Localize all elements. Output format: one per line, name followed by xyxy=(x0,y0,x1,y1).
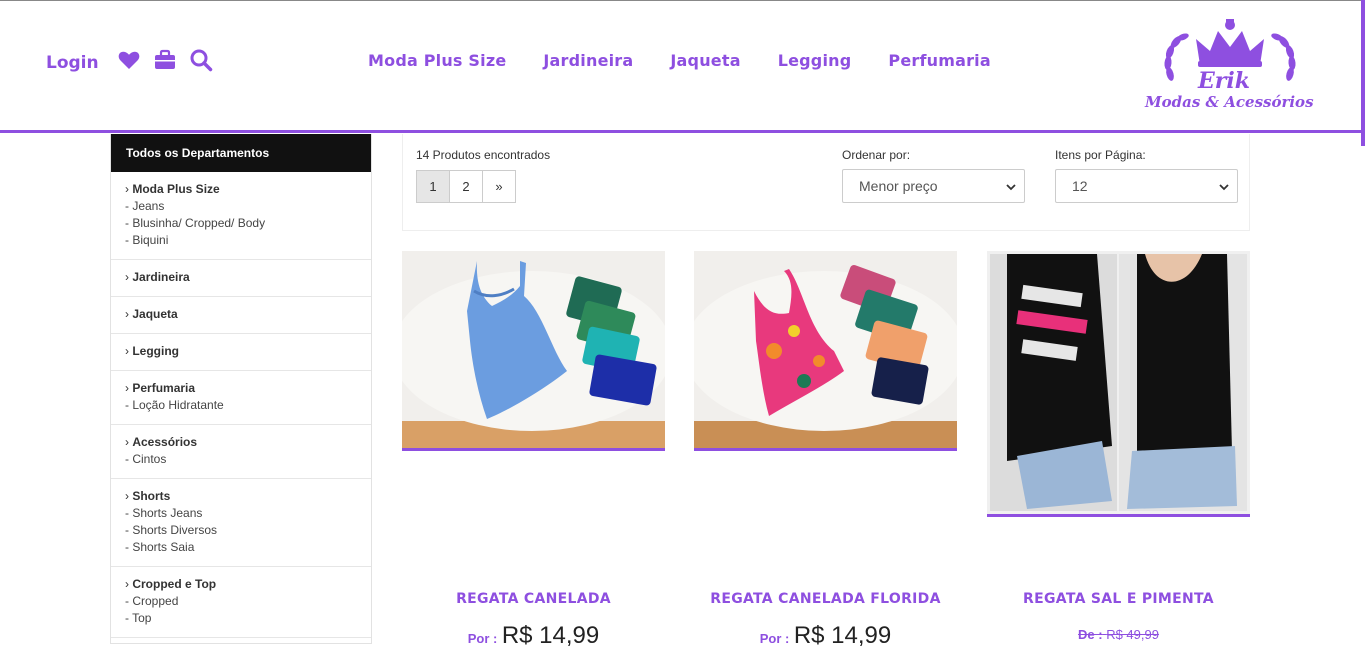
site-header: Login Moda Plus Size Jardineira Jaqueta … xyxy=(0,1,1365,133)
sidebar-category-label: Jaqueta xyxy=(132,307,178,321)
sidebar-category-link[interactable]: › Acessórios xyxy=(125,434,357,451)
product-old-price: De : R$ 49,99 xyxy=(987,627,1250,642)
header-utilities: Login xyxy=(46,47,213,73)
product-card[interactable]: REGATA CANELADA Por : R$ 14,99 xyxy=(402,251,665,649)
sidebar-subcategory-link[interactable]: - Shorts Diversos xyxy=(125,522,357,539)
scrollbar-accent xyxy=(1361,0,1365,146)
product-name[interactable]: REGATA SAL E PIMENTA xyxy=(987,591,1250,607)
sidebar-category-label: Shorts xyxy=(132,489,171,503)
sidebar-category-label: Acessórios xyxy=(132,435,198,449)
sort-label: Ordenar por: xyxy=(842,148,911,162)
product-image[interactable] xyxy=(987,251,1250,517)
old-price-prefix: De : xyxy=(1078,627,1103,642)
per-page-select[interactable]: 12 xyxy=(1055,169,1238,203)
product-image[interactable] xyxy=(402,251,665,451)
product-price: Por : R$ 14,99 xyxy=(694,622,957,650)
chevron-down-icon xyxy=(1219,184,1229,191)
product-name[interactable]: REGATA CANELADA FLORIDA xyxy=(694,591,957,607)
price-value: R$ 14,99 xyxy=(501,622,600,649)
search-icon[interactable] xyxy=(189,48,213,72)
sidebar-category-label: Cropped e Top xyxy=(132,577,217,591)
sidebar-category-link[interactable]: › Jardineira xyxy=(125,269,357,286)
sidebar-subcategory-link[interactable]: - Cropped xyxy=(125,593,357,610)
login-link[interactable]: Login xyxy=(46,53,99,73)
chevron-down-icon xyxy=(1006,184,1016,191)
old-price-value: R$ 49,99 xyxy=(1106,627,1159,642)
nav-jaqueta[interactable]: Jaqueta xyxy=(670,51,740,70)
sidebar-category-link[interactable]: › Moda Plus Size xyxy=(125,181,357,198)
product-card[interactable]: REGATA CANELADA FLORIDA Por : R$ 14,99 xyxy=(694,251,957,649)
sidebar-category-link[interactable]: › Shorts xyxy=(125,488,357,505)
sidebar-category-link[interactable]: › Jaqueta xyxy=(125,306,357,323)
sidebar-group: › Legging xyxy=(111,334,371,371)
listing-toolbar: 14 Produtos encontrados 1 2 » Ordenar po… xyxy=(402,134,1250,231)
sidebar-subcategory-link[interactable]: - Shorts Saia xyxy=(125,539,357,556)
sidebar-group: › Cropped e Top - Cropped - Top xyxy=(111,567,371,638)
sidebar-category-link[interactable]: › Legging xyxy=(125,343,357,360)
site-logo[interactable]: Erik Modas & Acessórios xyxy=(1140,17,1320,117)
sidebar-category-label: Legging xyxy=(132,344,180,358)
sidebar-group: › Jardineira xyxy=(111,260,371,297)
nav-moda-plus-size[interactable]: Moda Plus Size xyxy=(368,51,506,70)
per-page-select-value: 12 xyxy=(1072,178,1088,194)
sidebar-subcategory-link[interactable]: - Cintos xyxy=(125,451,357,468)
nav-jardineira[interactable]: Jardineira xyxy=(543,51,633,70)
sidebar-title: Todos os Departamentos xyxy=(111,134,371,172)
sidebar-category-label: Moda Plus Size xyxy=(132,182,220,196)
sidebar-subcategory-link[interactable]: - Loção Hidratante xyxy=(125,397,357,414)
next-page-button[interactable]: » xyxy=(482,170,516,203)
nav-legging[interactable]: Legging xyxy=(778,51,852,70)
results-count: 14 Produtos encontrados xyxy=(416,148,551,162)
product-price: Por : R$ 14,99 xyxy=(402,622,665,650)
sort-select[interactable]: Menor preço xyxy=(842,169,1025,203)
price-value: R$ 14,99 xyxy=(793,622,892,649)
sidebar-subcategory-link[interactable]: - Shorts Jeans xyxy=(125,505,357,522)
sidebar-subcategory-link[interactable]: - Top xyxy=(125,610,357,627)
logo-text-tagline: Modas & Acessórios xyxy=(1145,93,1314,111)
sidebar-category-link[interactable]: › Cropped e Top xyxy=(125,576,357,593)
product-image[interactable] xyxy=(694,251,957,451)
sidebar-category-label: Jardineira xyxy=(132,270,190,284)
department-sidebar: Todos os Departamentos › Moda Plus Size -… xyxy=(110,134,372,644)
pagination: 1 2 » xyxy=(416,170,516,203)
sidebar-group: › Moda Plus Size - Jeans - Blusinha/ Cropp… xyxy=(111,172,371,260)
sidebar-category-label: Perfumaria xyxy=(132,381,196,395)
per-page-label: Itens por Página: xyxy=(1055,148,1146,162)
sidebar-group: › Perfumaria - Loção Hidratante xyxy=(111,371,371,425)
bag-icon[interactable] xyxy=(153,48,177,72)
product-card[interactable]: REGATA SAL E PIMENTA De : R$ 49,99 xyxy=(987,251,1250,644)
sidebar-subcategory-link[interactable]: - Biquini xyxy=(125,232,357,249)
page-2-button[interactable]: 2 xyxy=(449,170,483,203)
sidebar-group: › Jaqueta xyxy=(111,297,371,334)
page-1-button[interactable]: 1 xyxy=(416,170,450,203)
sort-select-value: Menor preço xyxy=(859,178,938,194)
sidebar-subcategory-link[interactable]: - Blusinha/ Cropped/ Body xyxy=(125,215,357,232)
main-nav: Moda Plus Size Jardineira Jaqueta Leggin… xyxy=(368,51,991,70)
sidebar-group: › Acessórios - Cintos xyxy=(111,425,371,479)
logo-text-erik: Erik xyxy=(1198,68,1250,94)
sidebar-subcategory-link[interactable]: - Jeans xyxy=(125,198,357,215)
sidebar-group: › Shorts - Shorts Jeans - Shorts Diversos -… xyxy=(111,479,371,567)
nav-perfumaria[interactable]: Perfumaria xyxy=(888,51,990,70)
product-name[interactable]: REGATA CANELADA xyxy=(402,591,665,607)
heart-icon[interactable] xyxy=(117,48,141,72)
sidebar-category-link[interactable]: › Perfumaria xyxy=(125,380,357,397)
